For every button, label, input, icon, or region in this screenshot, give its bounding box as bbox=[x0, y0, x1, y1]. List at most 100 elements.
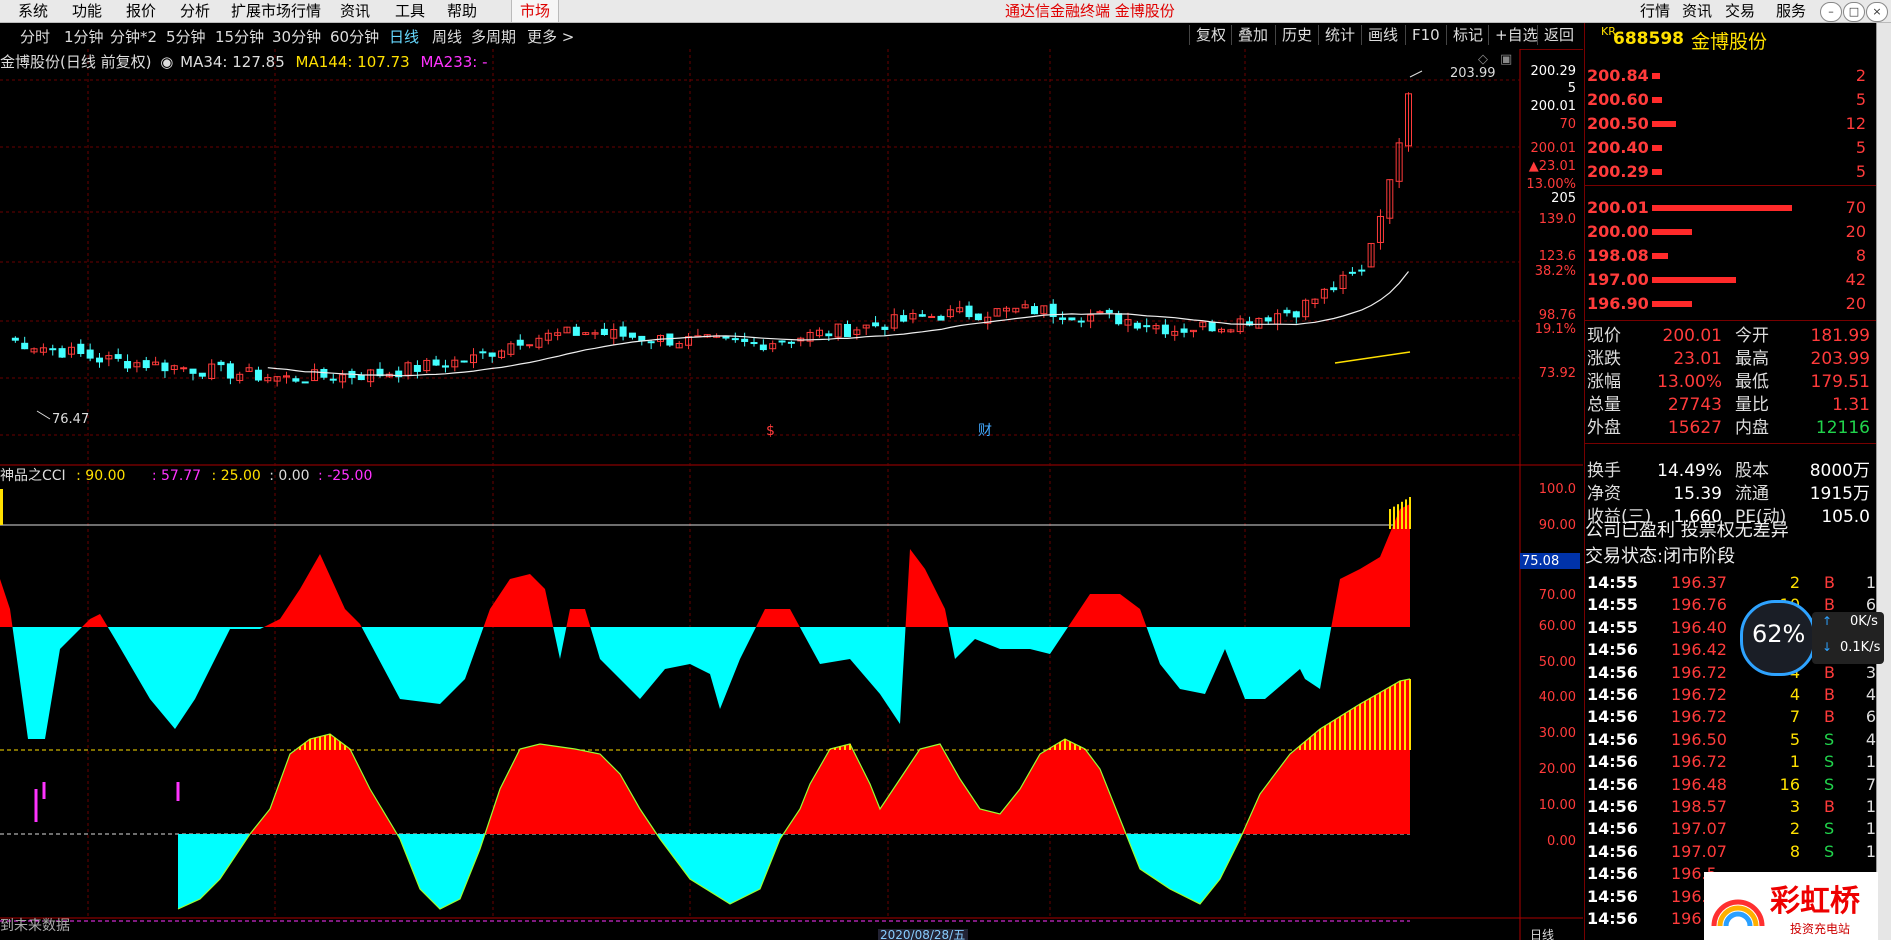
candle-body bbox=[778, 340, 786, 343]
candle-body bbox=[628, 332, 636, 338]
candle-body bbox=[844, 323, 851, 338]
period-tab[interactable]: 30分钟 bbox=[272, 26, 321, 47]
ask-level[interactable]: 200.50 12 bbox=[1585, 113, 1876, 135]
button-adjust[interactable]: 复权 bbox=[1189, 25, 1226, 45]
period-tab-more[interactable]: 更多 > bbox=[527, 26, 574, 47]
trade-price: 196.72 bbox=[1671, 752, 1727, 772]
price-axis-label: 139.0 bbox=[1539, 212, 1576, 227]
close-icon[interactable]: × bbox=[1866, 2, 1888, 22]
menu-system[interactable]: 系统 bbox=[18, 0, 48, 22]
menu-news[interactable]: 资讯 bbox=[340, 0, 370, 22]
bid-level[interactable]: 200.00 20 bbox=[1585, 221, 1876, 243]
price-axis-label: 123.6 bbox=[1539, 249, 1576, 264]
candle-body bbox=[918, 314, 926, 317]
ask-level[interactable]: 200.60 5 bbox=[1585, 89, 1876, 111]
layout-icon[interactable]: ▣ bbox=[1500, 52, 1512, 67]
candle-body bbox=[1358, 269, 1366, 272]
bid-level[interactable]: 198.08 8 bbox=[1585, 245, 1876, 267]
period-tab[interactable]: 15分钟 bbox=[215, 26, 264, 47]
ask-level[interactable]: 200.29 5 bbox=[1585, 161, 1876, 183]
stat-label: 量比 bbox=[1735, 395, 1769, 415]
event-marker-dollar[interactable]: $ bbox=[766, 423, 775, 439]
event-marker-finance[interactable]: 财 bbox=[978, 423, 992, 439]
candle-body bbox=[1283, 309, 1291, 314]
stat-label: 最高 bbox=[1735, 349, 1769, 369]
candle-body bbox=[114, 354, 122, 359]
button-news[interactable]: 资讯 bbox=[1682, 0, 1712, 22]
level-volume: 2 bbox=[1855, 66, 1866, 85]
indicator-name[interactable]: 神品之CCI bbox=[0, 468, 66, 484]
level-volume: 5 bbox=[1855, 90, 1866, 109]
price-axis-label: 200.01 bbox=[1531, 141, 1577, 156]
trade-price: 196.42 bbox=[1671, 640, 1727, 660]
price-pane bbox=[0, 49, 1520, 465]
menu-function[interactable]: 功能 bbox=[72, 0, 102, 22]
menu-tools[interactable]: 工具 bbox=[395, 0, 425, 22]
candle-body bbox=[217, 361, 225, 366]
menu-help[interactable]: 帮助 bbox=[447, 0, 477, 22]
stat-value: 27743 bbox=[1667, 395, 1722, 415]
bid-level[interactable]: 200.01 70 bbox=[1585, 197, 1876, 219]
candle-body bbox=[600, 328, 608, 336]
stat-label: 今开 bbox=[1735, 326, 1769, 346]
bid-level[interactable]: 196.90 20 bbox=[1585, 293, 1876, 315]
button-service[interactable]: 服务 bbox=[1776, 0, 1806, 22]
button-stats[interactable]: 统计 bbox=[1318, 25, 1355, 45]
period-tab[interactable]: 周线 bbox=[432, 26, 462, 47]
period-tab[interactable]: 多周期 bbox=[471, 26, 516, 47]
button-mark[interactable]: 标记 bbox=[1446, 25, 1483, 45]
menu-quote[interactable]: 报价 bbox=[126, 0, 156, 22]
period-tab[interactable]: 60分钟 bbox=[330, 26, 379, 47]
cci-upper-negative bbox=[0, 627, 1410, 739]
menu-analysis[interactable]: 分析 bbox=[180, 0, 210, 22]
stat-label: 净资 bbox=[1587, 484, 1621, 504]
candle-body bbox=[974, 313, 982, 321]
download-icon: ↓ bbox=[1822, 640, 1833, 654]
stat-value: 8000万 bbox=[1809, 461, 1870, 481]
period-tab[interactable]: 分时 bbox=[20, 26, 50, 47]
button-add-watchlist[interactable]: +自选 bbox=[1488, 25, 1538, 45]
trade-time: 14:56 bbox=[1587, 752, 1638, 772]
candle-body bbox=[11, 337, 19, 341]
button-back[interactable]: 返回 bbox=[1537, 25, 1574, 45]
menu-market[interactable]: 市场 bbox=[511, 0, 559, 22]
trade-row: 14:56 197.07 2 S 1 bbox=[1585, 818, 1876, 840]
bid-level[interactable]: 197.00 42 bbox=[1585, 269, 1876, 291]
button-history[interactable]: 历史 bbox=[1275, 25, 1312, 45]
level-volume-bar bbox=[1652, 277, 1736, 283]
trade-time: 14:55 bbox=[1587, 573, 1638, 592]
button-overlay[interactable]: 叠加 bbox=[1231, 25, 1268, 45]
level-price: 196.90 bbox=[1587, 294, 1649, 313]
level-price: 200.60 bbox=[1587, 90, 1649, 109]
button-trade[interactable]: 交易 bbox=[1725, 0, 1755, 22]
candle-body bbox=[124, 361, 132, 369]
trade-count: 1 bbox=[1865, 819, 1876, 839]
candle-body bbox=[881, 326, 889, 330]
period-tab[interactable]: 5分钟 bbox=[166, 26, 206, 47]
ask-level[interactable]: 200.40 5 bbox=[1585, 137, 1876, 159]
period-tab[interactable]: 分钟*2 bbox=[110, 26, 157, 47]
candle-body bbox=[526, 344, 534, 347]
menu-extended-market[interactable]: 扩展市场行情 bbox=[231, 0, 321, 22]
button-quote[interactable]: 行情 bbox=[1640, 0, 1670, 22]
price-axis-label: 13.00% bbox=[1526, 177, 1576, 192]
stat-label: 内盘 bbox=[1735, 418, 1769, 438]
level-price: 200.84 bbox=[1587, 66, 1649, 85]
trade-time: 14:55 bbox=[1587, 617, 1638, 637]
button-draw[interactable]: 画线 bbox=[1361, 25, 1398, 45]
maximize-icon[interactable]: □ bbox=[1843, 2, 1865, 22]
side-scrollbar[interactable] bbox=[1876, 23, 1891, 940]
period-tab-active[interactable]: 日线 bbox=[389, 26, 419, 47]
level-volume-bar bbox=[1652, 229, 1692, 235]
button-f10[interactable]: F10 bbox=[1405, 25, 1440, 45]
settings-icon[interactable]: ◉ bbox=[160, 53, 173, 71]
stat-value: 200.01 bbox=[1662, 326, 1722, 346]
period-tab[interactable]: 1分钟 bbox=[64, 26, 104, 47]
ask-level[interactable]: 200.84 2 bbox=[1585, 65, 1876, 87]
trade-row: 14:56 196.50 5 S 4 bbox=[1585, 729, 1876, 751]
trade-price: 196.72 bbox=[1671, 685, 1727, 704]
diamond-icon[interactable]: ◇ bbox=[1478, 52, 1488, 67]
stat-value: 13.00% bbox=[1657, 372, 1722, 392]
kline-chart[interactable]: 203.99 76.47 $ 财 200.29 5 200.01 70 200.01 ▲23.01… bbox=[0, 49, 1583, 940]
minimize-icon[interactable]: – bbox=[1820, 2, 1842, 22]
